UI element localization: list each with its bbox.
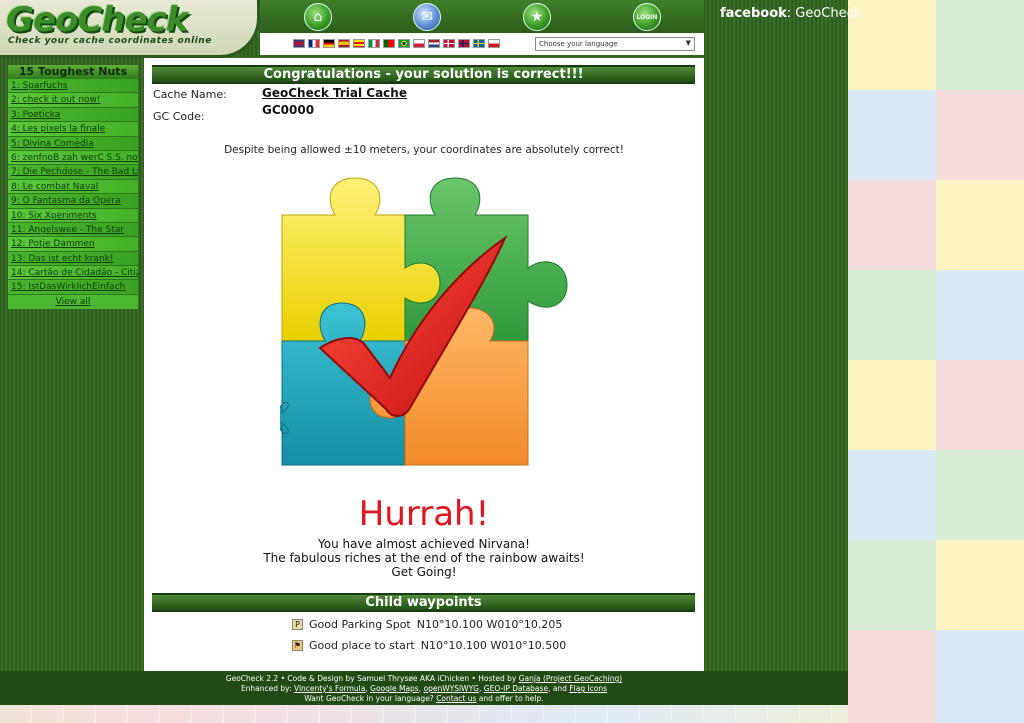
gc-code-label: GC Code: <box>153 110 205 123</box>
footer-credits: Code & Design by Samuel Thrysøe AKA iChi… <box>287 674 470 683</box>
footer-contact-link[interactable]: Contact us <box>436 694 476 703</box>
sidebar-item[interactable]: 6: zenfnoB zah werC S.S. noo <box>8 150 138 166</box>
sidebar-item[interactable]: 10: Six Xperiments <box>8 208 138 223</box>
cache-name-label: Cache Name: <box>153 88 227 101</box>
nirvana-text: You have almost achieved Nirvana! The fa… <box>144 537 704 579</box>
footer: GeoCheck 2.2 • Code & Design by Samuel T… <box>0 671 848 705</box>
chevron-down-icon: ▼ <box>685 39 691 47</box>
gc-code-value: GC0000 <box>262 103 315 117</box>
sidebar-item[interactable]: 14: Cartão de Cidadão - Citize <box>8 266 138 281</box>
footer-line-3: Want GeoCheck in your language? Contact … <box>0 694 848 704</box>
sidebar-item[interactable]: 9: O Fantasma da Opera <box>8 194 138 209</box>
facebook-link[interactable]: facebook: GeoCheck <box>720 6 861 21</box>
footer-version: GeoCheck 2.2 <box>225 674 279 683</box>
waypoint-name: Good place to start <box>309 639 415 652</box>
flag-fr-icon[interactable] <box>308 39 320 48</box>
footer-link-openwysiwyg[interactable]: openWYSIWYG <box>424 684 480 693</box>
facebook-brand: facebook <box>720 6 787 21</box>
footer-language-prompt: Want GeoCheck in your language? <box>304 694 434 703</box>
sidebar-item[interactable]: 12: Potje Dammen <box>8 237 138 252</box>
flag-es-icon[interactable] <box>338 39 350 48</box>
sidebar-item[interactable]: 13: Das ist echt krank! <box>8 251 138 267</box>
site-logo[interactable]: GeoCheck Check your cache coordinates on… <box>0 0 260 58</box>
language-select[interactable]: Choose your language ▼ <box>535 37 695 51</box>
child-waypoints-banner: Child waypoints <box>152 593 695 612</box>
language-bar: Choose your language ▼ <box>260 33 704 55</box>
flag-cat-icon[interactable] <box>353 39 365 48</box>
view-all-link[interactable]: View all <box>8 294 138 309</box>
sidebar-item[interactable]: 8: Le combat Naval <box>8 179 138 195</box>
sidebar-item[interactable]: 4: Les pixels la finale <box>8 122 138 137</box>
sidebar-title: 15 Toughest Nuts <box>8 65 138 79</box>
trailhead-icon: ⚑ <box>292 640 303 651</box>
flag-list <box>293 39 500 48</box>
flag-uk-icon[interactable] <box>293 39 305 48</box>
nirvana-line-1: You have almost achieved Nirvana! <box>318 537 530 551</box>
toughest-nuts-sidebar: 15 Toughest Nuts 1: Sparfuchs 2: check i… <box>8 65 138 309</box>
flag-it-icon[interactable] <box>368 39 380 48</box>
sidebar-item[interactable]: 11: Angelswee - The Star <box>8 222 138 238</box>
puzzle-checkmark-image <box>280 177 568 466</box>
nirvana-line-3: Get Going! <box>391 565 457 579</box>
footer-link-geoip[interactable]: GEO-IP Database <box>484 684 548 693</box>
flag-cz-icon[interactable] <box>488 39 500 48</box>
flag-pl-icon[interactable] <box>413 39 425 48</box>
footer-link-googlemaps[interactable]: Google Maps <box>370 684 419 693</box>
flag-de-icon[interactable] <box>323 39 335 48</box>
mail-icon[interactable]: ✉ <box>413 3 441 31</box>
main-content: Congratulations - your solution is corre… <box>144 58 704 671</box>
waypoint-coords: N10°10.100 W010°10.500 <box>420 639 567 652</box>
sidebar-item[interactable]: 1: Sparfuchs <box>8 79 138 94</box>
cache-name-link[interactable]: GeoCheck Trial Cache <box>262 86 407 100</box>
footer-line-2: Enhanced by: Vincenty's Formula, Google … <box>240 684 608 693</box>
footer-hosted-label: Hosted by <box>478 674 517 683</box>
logo-tagline: Check your cache coordinates online <box>8 36 212 46</box>
hurrah-heading: Hurrah! <box>358 494 490 534</box>
waypoint-coords: N10°10.100 W010°10.205 <box>416 618 563 631</box>
sidebar-item[interactable]: 15: IstDasWirklichEinfach <box>8 280 138 295</box>
login-button[interactable]: LOGIN <box>633 3 661 31</box>
result-message: Despite being allowed ±10 meters, your c… <box>224 144 624 156</box>
puzzle-background <box>848 0 1024 723</box>
login-label: LOGIN <box>636 13 658 21</box>
success-banner: Congratulations - your solution is corre… <box>152 65 695 84</box>
footer-offer-text: and offer to help. <box>478 694 544 703</box>
flag-nl-icon[interactable] <box>428 39 440 48</box>
flag-no-icon[interactable] <box>458 39 470 48</box>
sidebar-item[interactable]: 5: Divina Comèdia <box>8 136 138 151</box>
footer-enhanced-label: Enhanced by: <box>240 684 292 693</box>
waypoint-name: Good Parking Spot <box>309 618 411 631</box>
footer-host-link[interactable]: Ganja (Project GeoCaching) <box>519 674 622 683</box>
facebook-page: : GeoCheck <box>786 6 862 21</box>
flag-se-icon[interactable] <box>473 39 485 48</box>
parking-icon: P <box>292 619 303 630</box>
star-icon[interactable]: ★ <box>523 3 551 31</box>
sidebar-item[interactable]: 7: Die Pechdose - The Bad Lu <box>8 165 138 180</box>
flag-dk-icon[interactable] <box>443 39 455 48</box>
footer-link-flagicons[interactable]: Flag Icons <box>569 684 607 693</box>
home-icon[interactable]: ⌂ <box>304 3 332 31</box>
sidebar-item[interactable]: 3: Poeticka <box>8 107 138 123</box>
sidebar-item[interactable]: 2: check it out now! <box>8 93 138 108</box>
footer-link-vincenty[interactable]: Vincenty's Formula <box>294 684 365 693</box>
flag-pt-icon[interactable] <box>383 39 395 48</box>
waypoint-row: P Good Parking Spot N10°10.100 W010°10.2… <box>292 618 562 631</box>
sidebar-list: 1: Sparfuchs 2: check it out now! 3: Poe… <box>8 79 138 295</box>
language-select-value: Choose your language <box>539 40 618 48</box>
footer-line-1: GeoCheck 2.2 • Code & Design by Samuel T… <box>225 674 623 683</box>
waypoint-row: ⚑ Good place to start N10°10.100 W010°10… <box>292 639 566 652</box>
logo-title: GeoCheck <box>6 0 188 40</box>
nirvana-line-2: The fabulous riches at the end of the ra… <box>263 551 585 565</box>
flag-br-icon[interactable] <box>398 39 410 48</box>
top-nav-bar: ⌂ ✉ ★ LOGIN <box>260 0 704 33</box>
